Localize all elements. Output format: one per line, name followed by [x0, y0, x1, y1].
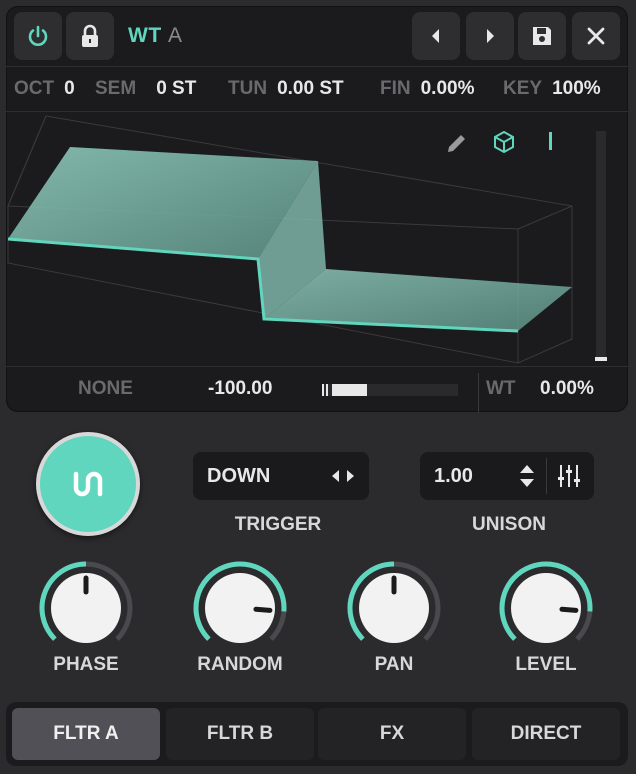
section-tabs: FLTR A FLTR B FX DIRECT [6, 702, 628, 766]
param-fin[interactable]: FIN 0.00% [380, 78, 474, 100]
pan-knob-graphic [347, 561, 441, 643]
prev-button[interactable] [412, 12, 460, 60]
pencil-icon[interactable] [448, 135, 465, 152]
param-sem[interactable]: SEM 0 ST [95, 78, 196, 100]
wavetable-display[interactable] [6, 111, 628, 366]
pan-label: PAN [374, 654, 414, 675]
param-tun[interactable]: TUN 0.00 ST [228, 78, 344, 100]
level-label: LEVEL [515, 654, 577, 675]
chevron-right-icon [487, 29, 494, 43]
phase-knob-graphic [39, 561, 133, 643]
save-icon [533, 27, 551, 45]
mod-amount[interactable]: -100.00 [208, 378, 272, 400]
row-divider [478, 373, 479, 413]
phase-label: PHASE [53, 654, 119, 675]
unison-select[interactable]: 1.00 [420, 452, 594, 500]
phase-knob[interactable] [36, 558, 136, 658]
save-button[interactable] [518, 12, 566, 60]
chevron-left-icon [432, 29, 439, 43]
random-knob[interactable] [190, 558, 290, 658]
left-right-arrows-icon [332, 470, 354, 482]
title-main: WT [128, 24, 162, 47]
wt-value[interactable]: 0.00% [540, 378, 594, 400]
lock-icon [82, 24, 98, 47]
tab-direct[interactable]: DIRECT [472, 708, 620, 760]
wt-position-thumb[interactable] [595, 357, 607, 361]
lock-button[interactable] [66, 12, 114, 60]
unison-mode-button[interactable] [36, 432, 140, 536]
tab-fltr-b[interactable]: FLTR B [166, 708, 314, 760]
modulation-row: NONE -100.00 WT 0.00% [6, 366, 628, 413]
sliders-icon[interactable] [556, 463, 582, 489]
tab-fltr-a[interactable]: FLTR A [12, 708, 160, 760]
pitch-params-row: OCT 0 SEM 0 ST TUN 0.00 ST FIN 0.00% KEY 100% [6, 66, 628, 112]
param-oct[interactable]: OCT 0 [14, 78, 75, 100]
trigger-value: DOWN [207, 465, 271, 487]
power-button[interactable] [14, 12, 62, 60]
title-sub: A [168, 24, 183, 47]
up-down-arrows-icon[interactable] [518, 462, 536, 490]
level-knob-indicator [559, 606, 579, 613]
random-knob-graphic [193, 561, 287, 643]
tab-fx[interactable]: FX [318, 708, 466, 760]
spectrum-toggle-icon[interactable] [549, 132, 552, 150]
oscillator-panel: WT A OCT 0 SEM 0 ST TUN 0.00 ST FIN 0.00% KE… [6, 6, 628, 413]
random-knob-indicator [253, 606, 273, 613]
wt-position-track[interactable] [596, 131, 606, 361]
close-icon [587, 27, 605, 45]
power-icon [28, 25, 48, 46]
wave-mode-icon [73, 471, 103, 497]
pan-knob[interactable] [344, 558, 444, 658]
oscillator-title: WT A [128, 24, 183, 48]
trigger-label: TRIGGER [234, 514, 322, 535]
mod-amount-bar-ticks [322, 384, 330, 396]
cube-icon[interactable] [494, 130, 514, 154]
param-key[interactable]: KEY 100% [503, 78, 601, 100]
next-button[interactable] [466, 12, 514, 60]
mod-amount-bar[interactable] [322, 384, 458, 396]
trigger-select[interactable]: DOWN [193, 452, 369, 500]
mod-amount-bar-fill [332, 384, 367, 396]
unison-label: UNISON [472, 514, 546, 535]
level-knob[interactable] [496, 558, 596, 658]
wt-label: WT [486, 378, 516, 399]
unison-divider [546, 458, 547, 494]
unison-value: 1.00 [434, 465, 473, 487]
random-label: RANDOM [197, 654, 283, 675]
level-knob-graphic [499, 561, 593, 643]
close-button[interactable] [572, 12, 620, 60]
mod-source[interactable]: NONE [78, 378, 133, 400]
